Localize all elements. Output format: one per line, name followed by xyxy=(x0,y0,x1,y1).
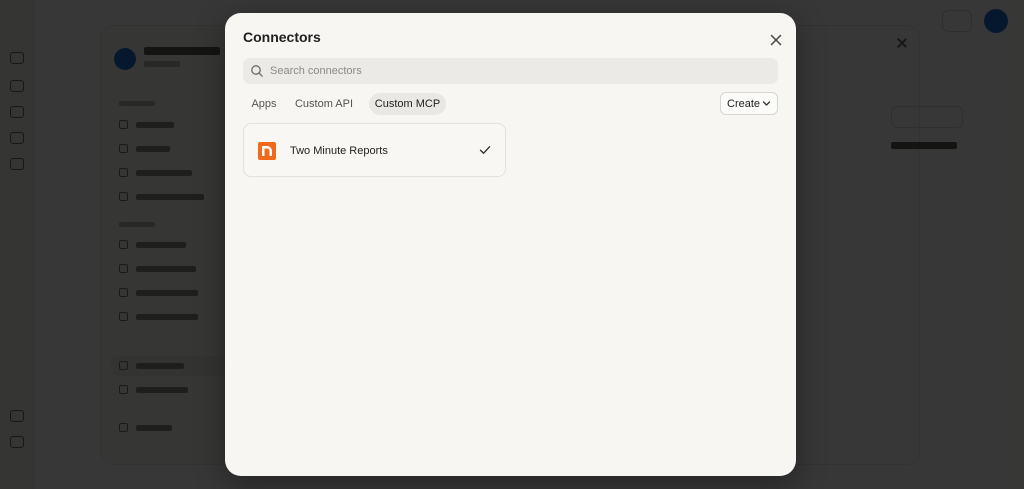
search-input[interactable] xyxy=(270,58,770,84)
modal-title: Connectors xyxy=(243,29,321,45)
tab-custom-api[interactable]: Custom API xyxy=(291,93,357,115)
create-button-label: Create xyxy=(727,98,761,110)
close-icon xyxy=(770,34,782,46)
close-button[interactable] xyxy=(767,31,785,49)
chevron-down-icon xyxy=(762,101,771,106)
connector-name: Two Minute Reports xyxy=(290,145,388,157)
tab-apps[interactable]: Apps xyxy=(243,93,285,115)
connectors-modal: Connectors Apps Custom API Custom MCP Cr… xyxy=(225,13,796,476)
create-button[interactable]: Create xyxy=(720,92,778,115)
tab-custom-mcp[interactable]: Custom MCP xyxy=(369,93,446,115)
search-icon xyxy=(251,65,263,77)
connector-card[interactable]: Two Minute Reports xyxy=(243,123,506,177)
two-minute-reports-logo xyxy=(258,142,276,160)
search-box[interactable] xyxy=(243,58,778,84)
checkmark-icon xyxy=(479,146,491,154)
